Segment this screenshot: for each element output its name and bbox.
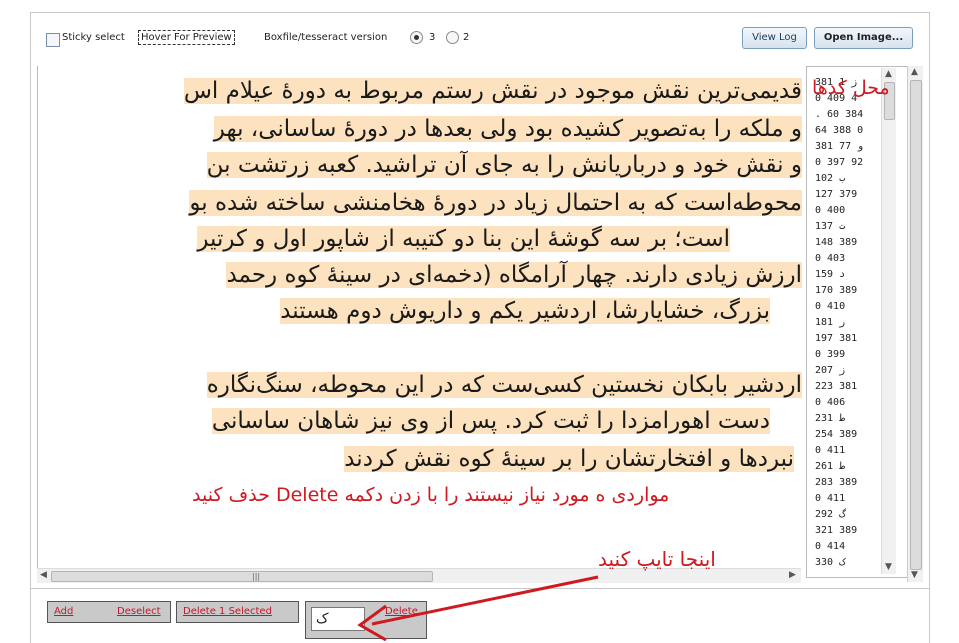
annotation-arrow (357, 575, 599, 642)
